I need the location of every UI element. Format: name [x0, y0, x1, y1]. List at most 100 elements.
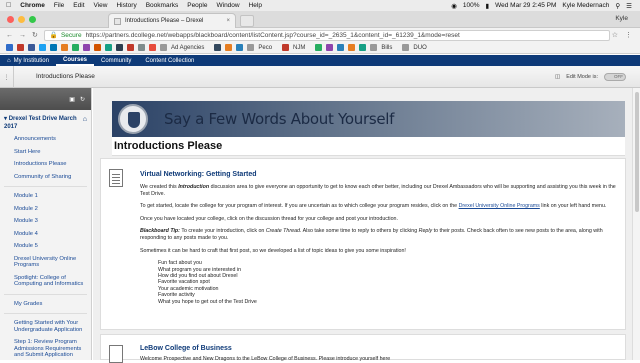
bookmark-icon[interactable]: [83, 44, 90, 51]
back-arrow-icon[interactable]: ←: [6, 32, 13, 39]
folder-icon[interactable]: [370, 44, 378, 51]
folder-icon[interactable]: [402, 44, 410, 51]
bookmark-peco[interactable]: Peco: [258, 45, 272, 51]
sidebar-item-module-4[interactable]: Module 4: [0, 228, 91, 241]
bookmark-icon[interactable]: [359, 44, 367, 51]
bookmark-icon[interactable]: [282, 44, 290, 51]
bookmark-icon[interactable]: [348, 44, 356, 51]
sidebar-item-module-1[interactable]: Module 1: [0, 190, 91, 203]
bookmark-icon[interactable]: [315, 44, 323, 51]
bookmark-icon[interactable]: [214, 44, 222, 51]
sidebar-item-module-5[interactable]: Module 5: [0, 240, 91, 253]
close-tab-icon[interactable]: ×: [226, 18, 230, 24]
tab-my-institution[interactable]: ⌂ My Institution: [0, 55, 56, 66]
bookmark-icon[interactable]: [326, 44, 334, 51]
content-item-title[interactable]: Virtual Networking: Getting Started: [140, 171, 257, 178]
sidebar-item-online-programs[interactable]: Drexel University Online Programs: [0, 253, 91, 272]
sidebar-item-step-1[interactable]: Step 1: Review Program Admissions Requir…: [0, 336, 91, 362]
bookmark-icon[interactable]: [247, 44, 255, 51]
sidebar-item-community[interactable]: Community of Sharing: [0, 171, 91, 184]
bookmark-icon[interactable]: [72, 44, 79, 51]
paragraph: Blackboard Tip: To create your introduct…: [140, 228, 618, 241]
notification-center-icon[interactable]: ☰: [626, 2, 632, 10]
menu-kebab-icon[interactable]: ⋮: [625, 31, 632, 39]
menubar-clock[interactable]: Wed Mar 29 2:45 PM: [495, 2, 556, 9]
address-bar[interactable]: 🔒 Secure https://partners.dcollege.net/w…: [43, 29, 610, 41]
battery-icon[interactable]: ▮: [486, 2, 490, 10]
reload-icon[interactable]: ↻: [32, 31, 38, 39]
menu-file[interactable]: File: [54, 2, 64, 9]
close-window-icon[interactable]: [7, 16, 14, 23]
tab-content-collection[interactable]: Content Collection: [138, 55, 201, 66]
page-title: Introductions Please: [112, 137, 625, 156]
bookmark-icon[interactable]: [138, 44, 145, 51]
text: To get started, locate the college for y…: [140, 203, 459, 210]
sidebar-item-announcements[interactable]: Announcements: [0, 133, 91, 146]
apple-icon[interactable]: : [6, 2, 11, 9]
menu-collapse-handle[interactable]: ⋮: [0, 65, 14, 88]
forward-arrow-icon[interactable]: →: [19, 32, 26, 39]
menu-people[interactable]: People: [187, 2, 207, 9]
linkedin-icon[interactable]: [50, 44, 57, 51]
sidebar-item-start-here[interactable]: Start Here: [0, 146, 91, 159]
bookmark-ad-agencies[interactable]: Ad Agencies: [171, 45, 204, 51]
breadcrumb-title[interactable]: Introductions Please: [36, 73, 95, 80]
chrome-profile-name[interactable]: Kyle: [615, 15, 628, 22]
edit-mode-toggle[interactable]: OFF: [604, 72, 626, 81]
menu-view[interactable]: View: [94, 2, 108, 9]
new-tab-button[interactable]: [240, 15, 254, 27]
secure-label: Secure: [60, 31, 82, 39]
bookmark-icon[interactable]: [337, 44, 345, 51]
sidebar-item-introductions[interactable]: Introductions Please: [0, 158, 91, 171]
page-scrollbar[interactable]: [632, 88, 640, 360]
menu-window[interactable]: Window: [216, 2, 239, 9]
sidebar-item-getting-started[interactable]: Getting Started with Your Undergraduate …: [0, 317, 91, 336]
tab-courses[interactable]: Courses: [55, 55, 94, 66]
course-menu-icon[interactable]: ◫: [555, 74, 560, 80]
bookmark-icon[interactable]: [116, 44, 123, 51]
content-item-title[interactable]: LeBow College of Business: [140, 345, 232, 352]
menu-history[interactable]: History: [116, 2, 136, 9]
sidebar-item-spotlight[interactable]: Spotlight: College of Computing and Info…: [0, 272, 91, 291]
scrollbar-thumb[interactable]: [635, 92, 639, 212]
bookmark-duo[interactable]: DUO: [413, 45, 426, 51]
blackboard-top-nav: ⌂ My Institution Courses Community Conten…: [0, 55, 640, 66]
bookmark-njm[interactable]: NJM: [293, 45, 305, 51]
spotlight-search-icon[interactable]: ⚲: [615, 2, 620, 10]
folder-view-icon[interactable]: ▣: [69, 96, 75, 103]
tab-community[interactable]: Community: [94, 55, 138, 66]
bookmark-icon[interactable]: [61, 44, 68, 51]
menu-bookmarks[interactable]: Bookmarks: [146, 2, 179, 9]
menubar-user[interactable]: Kyle Medernach: [562, 2, 609, 9]
zoom-window-icon[interactable]: [29, 16, 36, 23]
twitter-icon[interactable]: [39, 44, 46, 51]
menu-edit[interactable]: Edit: [73, 2, 84, 9]
text: . Also take some time to reply to others…: [299, 228, 419, 235]
browser-tab-active[interactable]: Introductions Please – Drexel ×: [108, 13, 236, 28]
sidebar-item-my-grades[interactable]: My Grades: [0, 298, 91, 311]
bookmark-icon[interactable]: [127, 44, 134, 51]
bookmark-icon[interactable]: [6, 44, 13, 51]
wifi-icon[interactable]: ◉: [451, 2, 457, 10]
home-icon[interactable]: ⌂: [83, 116, 87, 131]
bookmark-icon[interactable]: [105, 44, 112, 51]
bookmark-icon[interactable]: [94, 44, 101, 51]
bookmark-icon[interactable]: [149, 44, 156, 51]
course-title-row[interactable]: ▾ Drexel Test Drive March 2017 ⌂: [0, 110, 91, 133]
bookmark-icon[interactable]: [236, 44, 244, 51]
folder-icon[interactable]: [160, 44, 167, 51]
menu-help[interactable]: Help: [249, 2, 262, 9]
star-bookmark-icon[interactable]: ☆: [612, 31, 618, 39]
bookmark-icon[interactable]: [17, 44, 24, 51]
minimize-window-icon[interactable]: [18, 16, 25, 23]
bookmark-icon[interactable]: [225, 44, 233, 51]
menu-app-name[interactable]: Chrome: [20, 2, 45, 9]
bookmark-bills[interactable]: Bills: [381, 45, 392, 51]
online-programs-link[interactable]: Drexel University Online Programs: [459, 203, 540, 209]
url-text[interactable]: https://partners.dcollege.net/webapps/bl…: [86, 32, 460, 39]
refresh-icon[interactable]: ↻: [80, 96, 85, 103]
sidebar-item-module-3[interactable]: Module 3: [0, 215, 91, 228]
sidebar-item-module-2[interactable]: Module 2: [0, 203, 91, 216]
facebook-icon[interactable]: [28, 44, 35, 51]
breadcrumb: ⋮ Introductions Please ◫ Edit Mode is: O…: [0, 65, 640, 88]
